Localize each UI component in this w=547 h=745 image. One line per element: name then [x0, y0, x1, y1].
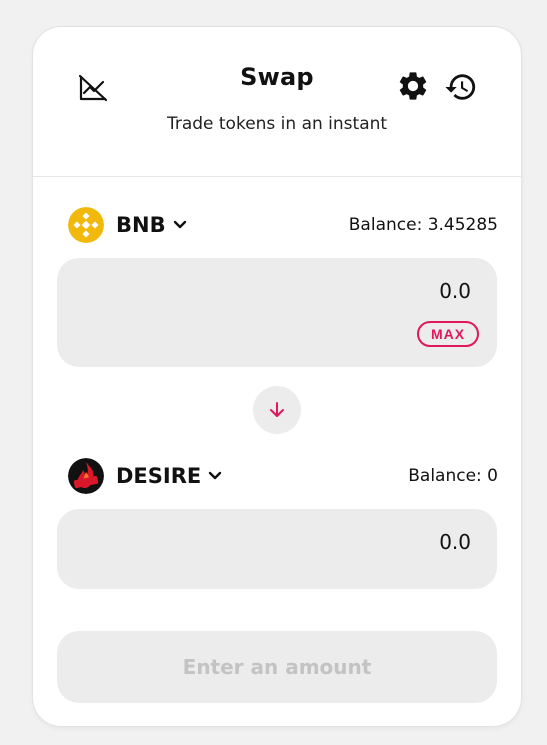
chevron-down-icon — [173, 220, 186, 229]
arrow-down-icon — [270, 402, 284, 417]
to-balance: Balance: 0 — [408, 466, 498, 486]
chevron-down-icon — [209, 471, 222, 480]
swap-header: Swap Trade tokens in an instant — [33, 27, 521, 177]
enter-amount-button[interactable]: Enter an amount — [57, 631, 497, 703]
to-token-select[interactable]: DESIRE — [68, 458, 223, 494]
max-button[interactable]: MAX — [417, 321, 479, 347]
swap-card: Swap Trade tokens in an instant BNB Bala… — [33, 27, 521, 726]
switch-direction-button[interactable] — [253, 386, 301, 434]
to-amount-input[interactable] — [189, 529, 473, 555]
history-icon[interactable] — [444, 70, 478, 104]
from-balance: Balance: 3.45285 — [348, 215, 498, 235]
page-subtitle: Trade tokens in an instant — [166, 114, 388, 134]
desire-logo-icon — [68, 458, 104, 494]
from-amount-panel: MAX — [57, 258, 497, 367]
to-token-row: DESIRE Balance: 0 — [68, 456, 498, 496]
to-token-symbol: DESIRE — [116, 464, 202, 488]
from-token-row: BNB Balance: 3.45285 — [68, 205, 498, 245]
from-token-select[interactable]: BNB — [68, 207, 188, 243]
from-token-symbol: BNB — [116, 213, 166, 237]
bnb-logo-icon — [68, 207, 104, 243]
from-amount-input[interactable] — [189, 278, 473, 304]
gear-icon[interactable] — [396, 69, 430, 103]
to-amount-panel — [57, 509, 497, 589]
